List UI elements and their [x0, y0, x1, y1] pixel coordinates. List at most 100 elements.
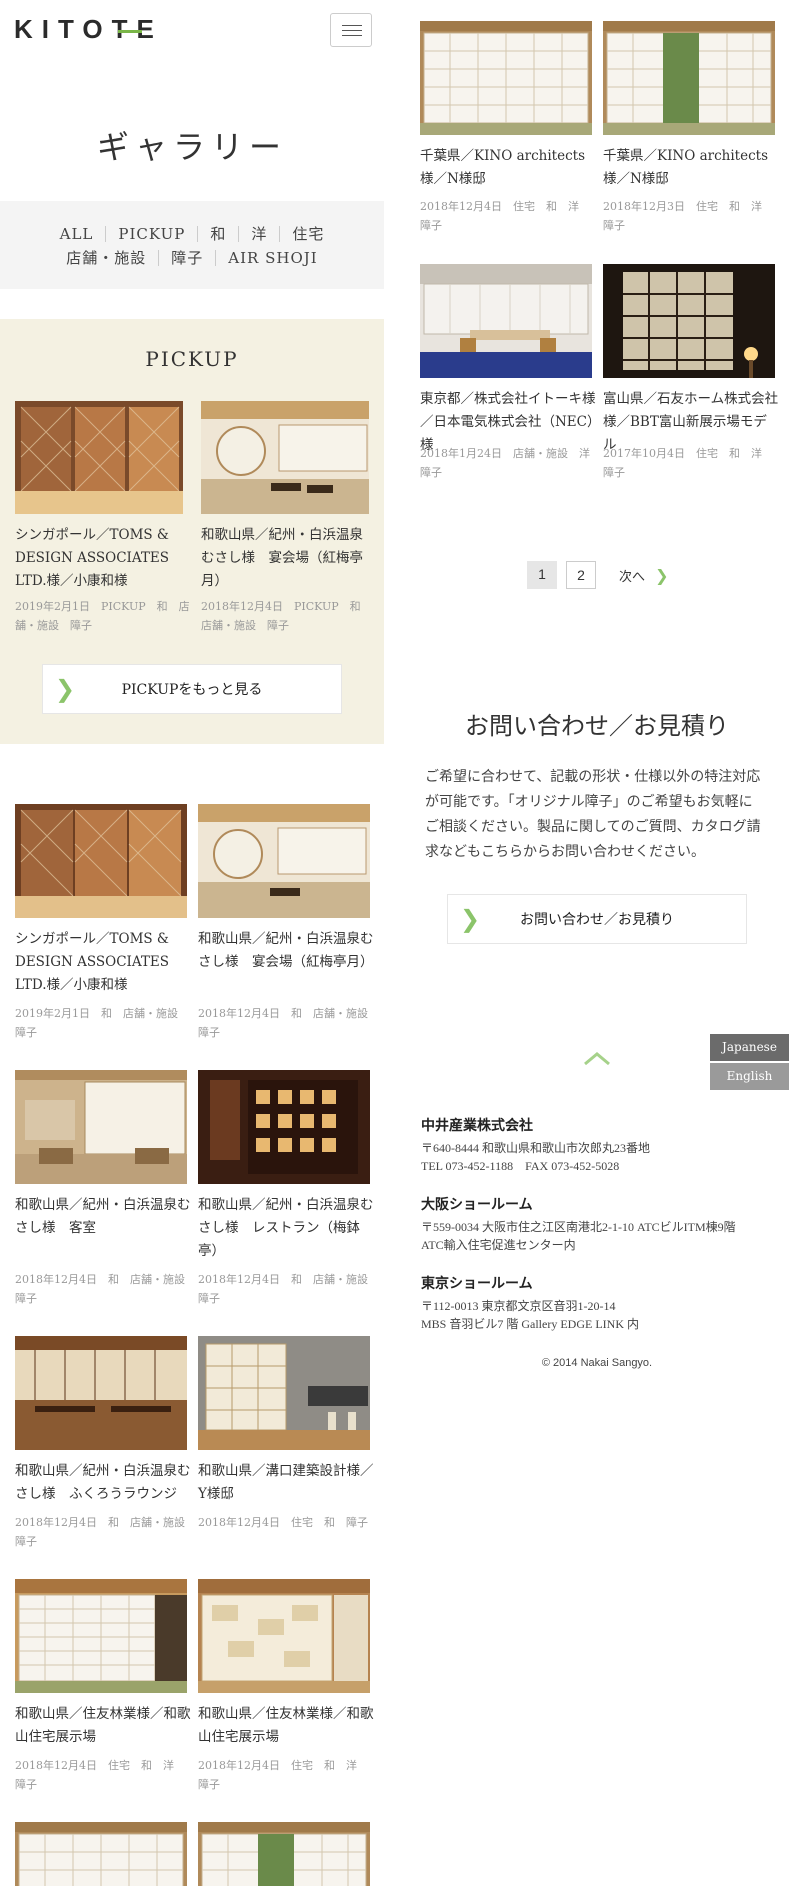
- gallery-card-title[interactable]: 和歌山県／溝口建築設計様／Y様邸: [198, 1460, 374, 1506]
- gallery-card-image[interactable]: [15, 1070, 187, 1184]
- contact-heading: お問い合わせ／お見積り: [465, 712, 729, 740]
- gallery-card-meta: 2018年12月4日 住宅 和 洋 障子: [198, 1759, 368, 1791]
- page-2-button[interactable]: 2: [566, 561, 596, 589]
- office-address-line: MBS 音羽ビル7 階 Gallery EDGE LINK 内: [421, 1317, 639, 1331]
- filter-you[interactable]: 洋: [238, 226, 279, 242]
- gallery-photo: [198, 1336, 370, 1450]
- office-name-head: 中井産業株式会社: [421, 1118, 533, 1134]
- gallery-card-image[interactable]: [198, 1822, 370, 1886]
- filter-air-shoji[interactable]: AIR SHOJI: [215, 250, 329, 266]
- copyright: © 2014 Nakai Sangyo.: [541, 1357, 653, 1369]
- office-address-line: TEL 073-452-1188 FAX 073-452-5028: [421, 1159, 620, 1173]
- gallery-card-image[interactable]: [15, 1336, 187, 1450]
- pickup-more-label: PICKUPをもっと見る: [121, 682, 263, 698]
- gallery-photo: [15, 1336, 187, 1450]
- gallery-card-title[interactable]: 和歌山県／紀州・白浜温泉むさし様 レストラン（梅鉢亭）: [198, 1194, 374, 1263]
- office-address-line: 〒559-0034 大阪市住之江区南港北2-1-10 ATCビルITM棟9階: [421, 1220, 736, 1234]
- next-page-label: 次へ: [619, 570, 646, 585]
- gallery-card-meta: 2018年12月4日 住宅 和 洋 障子: [15, 1759, 185, 1791]
- office-address-line: 〒640-8444 和歌山県和歌山市次郎丸23番地: [421, 1141, 650, 1155]
- filter-wa[interactable]: 和: [197, 226, 238, 242]
- language-japanese-button[interactable]: Japanese: [710, 1034, 789, 1061]
- gallery-card-image[interactable]: [15, 804, 187, 918]
- pickup-card-meta-1: 2019年2月1日 PICKUP 和 店舗・施設 障子: [15, 600, 190, 632]
- pickup-section: PICKUP シンガポール／TOMS & DESIGN ASSOCIATES L…: [0, 319, 384, 744]
- gallery-photo: [420, 264, 592, 378]
- gallery-card-meta: 2018年12月4日 和 店舗・施設 障子: [15, 1516, 196, 1548]
- office-name-osaka: 大阪ショールーム: [421, 1197, 533, 1213]
- gallery-card-image[interactable]: [420, 264, 592, 378]
- gallery-photo: [198, 804, 370, 918]
- gallery-card-meta: 2018年12月4日 和 店舗・施設 障子: [198, 1273, 379, 1305]
- filter-pickup[interactable]: PICKUP: [105, 226, 197, 242]
- gallery-card-title[interactable]: 千葉県／KINO architects様／N様邸: [420, 145, 596, 191]
- page-title: ギャラリー: [96, 128, 287, 166]
- chevron-right-icon: ❯: [460, 905, 481, 933]
- gallery-card-image[interactable]: [198, 1070, 370, 1184]
- chevron-up-icon: [584, 1052, 610, 1066]
- office-name-tokyo: 東京ショールーム: [421, 1276, 533, 1292]
- gallery-card-meta: 2017年10月4日 住宅 和 洋 障子: [603, 447, 773, 479]
- gallery-card-meta: 2019年2月1日 和 店舗・施設 障子: [15, 1007, 189, 1039]
- menu-icon-line: [342, 25, 362, 26]
- gallery-card-image[interactable]: [198, 1336, 370, 1450]
- gallery-card-image[interactable]: [15, 1822, 187, 1886]
- gallery-card-meta: 2018年1月24日 店舗・施設 洋 障子: [420, 447, 601, 479]
- filter-all[interactable]: ALL: [48, 226, 106, 242]
- page-top-button[interactable]: [583, 1050, 611, 1070]
- gallery-card-meta: 2018年12月4日 和 店舗・施設 障子: [198, 1007, 379, 1039]
- gallery-photo: [420, 21, 592, 135]
- filter-shoji[interactable]: 障子: [158, 250, 215, 266]
- office-address-tokyo: 〒112-0013 東京都文京区音羽1-20-14 MBS 音羽ビル7 階 Ga…: [421, 1297, 639, 1333]
- banquet-room-image: [201, 401, 369, 514]
- gallery-photo: [198, 1822, 370, 1886]
- gallery-card-image[interactable]: [15, 1579, 187, 1693]
- gallery-card-meta: 2018年12月4日 住宅 和 障子: [198, 1516, 368, 1529]
- gallery-card-meta: 2018年12月3日 住宅 和 洋 障子: [603, 200, 773, 232]
- contact-button[interactable]: ❯ お問い合わせ／お見積り: [447, 894, 747, 944]
- gallery-card-title[interactable]: 和歌山県／紀州・白浜温泉むさし様 宴会場（紅梅亭月）: [198, 928, 374, 974]
- gallery-card-title[interactable]: シンガポール／TOMS & DESIGN ASSOCIATES LTD.様／小康…: [15, 928, 191, 997]
- hamburger-menu-button[interactable]: [330, 13, 372, 47]
- pickup-card-title-2[interactable]: 和歌山県／紀州・白浜温泉むさし様 宴会場（紅梅亭月）: [201, 524, 373, 593]
- chevron-right-icon: ❯: [655, 566, 669, 585]
- gallery-photo: [15, 1579, 187, 1693]
- gallery-card-image[interactable]: [603, 264, 775, 378]
- gallery-card-image[interactable]: [198, 804, 370, 918]
- office-address-line: 〒112-0013 東京都文京区音羽1-20-14: [421, 1299, 616, 1313]
- gallery-card-title[interactable]: 和歌山県／紀州・白浜温泉むさし様 客室: [15, 1194, 191, 1240]
- gallery-card-title[interactable]: 和歌山県／住友林業様／和歌山住宅展示場: [15, 1703, 191, 1749]
- gallery-photo: [603, 21, 775, 135]
- gallery-photo: [15, 1070, 187, 1184]
- logo-text: KITOTE: [14, 14, 163, 44]
- filter-row-1: ALL PICKUP 和洋住宅: [0, 225, 384, 243]
- next-page-link[interactable]: 次へ ❯: [619, 566, 669, 585]
- pickup-card-image-2[interactable]: [201, 401, 369, 514]
- language-english-button[interactable]: English: [710, 1063, 789, 1090]
- category-filter-bar: ALL PICKUP 和洋住宅 店舗・施設 障子 AIR SHOJI: [0, 201, 384, 289]
- gallery-photo: [198, 1579, 370, 1693]
- filter-shop[interactable]: 店舗・施設: [54, 250, 158, 266]
- office-address-head: 〒640-8444 和歌山県和歌山市次郎丸23番地 TEL 073-452-11…: [421, 1139, 650, 1175]
- gallery-photo: [603, 264, 775, 378]
- chevron-right-icon: ❯: [55, 675, 76, 703]
- pickup-card-title-1[interactable]: シンガポール／TOMS & DESIGN ASSOCIATES LTD.様／小康…: [15, 524, 190, 593]
- pickup-card-image-1[interactable]: [15, 401, 183, 514]
- menu-icon-line: [342, 35, 362, 36]
- page-1-button[interactable]: 1: [527, 561, 557, 589]
- gallery-card-title[interactable]: 和歌山県／紀州・白浜温泉むさし様 ふくろうラウンジ: [15, 1460, 191, 1506]
- office-address-line: ATC輸入住宅促進センター内: [421, 1238, 576, 1252]
- gallery-card-image[interactable]: [420, 21, 592, 135]
- logo-accent-bar: [118, 30, 142, 33]
- gallery-card-title[interactable]: 千葉県／KINO architects様／N様邸: [603, 145, 779, 191]
- gallery-photo: [198, 1070, 370, 1184]
- pickup-more-button[interactable]: ❯ PICKUPをもっと見る: [42, 664, 342, 714]
- gallery-card-image[interactable]: [603, 21, 775, 135]
- menu-icon-line: [342, 30, 362, 31]
- gallery-card-title[interactable]: 和歌山県／住友林業様／和歌山住宅展示場: [198, 1703, 374, 1749]
- gallery-card-image[interactable]: [198, 1579, 370, 1693]
- contact-button-label: お問い合わせ／お見積り: [520, 912, 674, 928]
- gallery-card-meta: 2018年12月4日 住宅 和 洋 障子: [420, 200, 590, 232]
- filter-house[interactable]: 住宅: [279, 226, 336, 242]
- lattice-shoji-image: [15, 401, 183, 514]
